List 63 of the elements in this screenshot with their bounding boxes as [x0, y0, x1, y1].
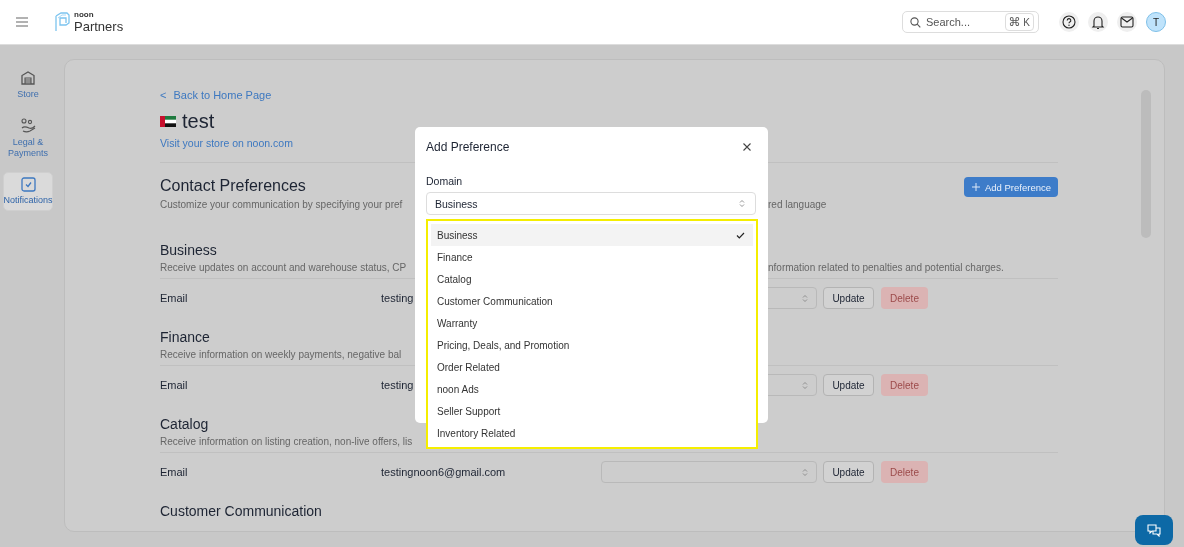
dropdown-option[interactable]: Inventory Related — [431, 422, 753, 444]
contact-value: testing — [381, 292, 414, 304]
section-heading: Finance — [160, 329, 210, 345]
dropdown-option[interactable]: Customer Communication — [431, 290, 753, 312]
shortcut-hint: ⌘ K — [1004, 13, 1034, 31]
handshake-icon — [19, 118, 37, 134]
messages-button[interactable] — [1117, 12, 1137, 32]
section-description: Receive information on weekly payments, negative bal — [160, 348, 402, 362]
checkbox-icon — [20, 177, 36, 192]
page-description: red language — [768, 198, 827, 212]
close-icon[interactable] — [743, 143, 751, 151]
plus-icon — [972, 183, 980, 191]
chevron-icon — [802, 467, 808, 477]
dropdown-option[interactable]: Business — [431, 224, 753, 246]
domain-select[interactable]: Business — [426, 192, 756, 215]
dropdown-option[interactable]: Pricing, Deals, and Promotion — [431, 334, 753, 356]
search-field[interactable]: Search... ⌘ K — [902, 11, 1039, 33]
avatar[interactable]: T — [1146, 12, 1166, 32]
help-icon — [1062, 15, 1076, 29]
chat-button[interactable] — [1135, 515, 1173, 545]
section-description: Receive information on listing creation, non-live offers, lis — [160, 435, 413, 449]
contact-value: testingnoon6@gmail.com — [381, 466, 506, 478]
chat-icon — [1147, 523, 1161, 537]
section-heading: Customer Communication — [160, 503, 322, 519]
logo-text: Partners — [74, 20, 124, 33]
channel-label: Email — [160, 292, 188, 304]
dropdown-option[interactable]: Finance — [431, 246, 753, 268]
channel-label: Email — [160, 466, 188, 478]
channel-label: Email — [160, 379, 188, 391]
notifications-button[interactable] — [1088, 12, 1108, 32]
chevron-icon — [739, 199, 745, 208]
help-button[interactable] — [1059, 12, 1079, 32]
update-button[interactable]: Update — [823, 287, 874, 309]
check-icon — [736, 231, 745, 239]
dropdown-option[interactable]: Catalog — [431, 268, 753, 290]
dialog-title: Add Preference — [426, 140, 510, 154]
bell-icon — [1091, 14, 1105, 30]
store-name: test — [182, 109, 215, 133]
chevron-icon — [802, 380, 808, 390]
logo-text: noon — [74, 11, 95, 19]
mail-icon — [1120, 16, 1134, 28]
logo-icon — [54, 12, 70, 32]
flag-icon — [160, 115, 176, 127]
field-label: Domain — [426, 174, 464, 188]
update-button[interactable]: Update — [823, 374, 874, 396]
section-heading: Catalog — [160, 416, 209, 432]
store-icon — [20, 70, 36, 86]
section-description: nformation related to penalties and potential charges. — [768, 261, 1004, 275]
search-icon — [910, 16, 921, 28]
dropdown-option[interactable]: Warranty — [431, 312, 753, 334]
contact-value: testing — [381, 379, 414, 391]
section-description: Receive updates on account and warehouse status, CP — [160, 261, 407, 275]
dropdown-option[interactable]: Seller Support — [431, 400, 753, 422]
sidebar-item[interactable]: Notifications — [3, 172, 53, 211]
chevron-icon — [802, 293, 808, 303]
dropdown-option[interactable]: Order Related — [431, 356, 753, 378]
add-preference-button[interactable]: Add Preference — [964, 177, 1058, 197]
update-button[interactable]: Update — [823, 461, 874, 483]
dropdown-option[interactable]: noon Ads — [431, 378, 753, 400]
section-heading: Business — [160, 242, 217, 258]
page-description: Customize your communication by specifying your pref — [160, 198, 403, 212]
page-heading: Contact Preferences — [160, 176, 306, 196]
search-input[interactable]: Search... — [926, 16, 996, 28]
